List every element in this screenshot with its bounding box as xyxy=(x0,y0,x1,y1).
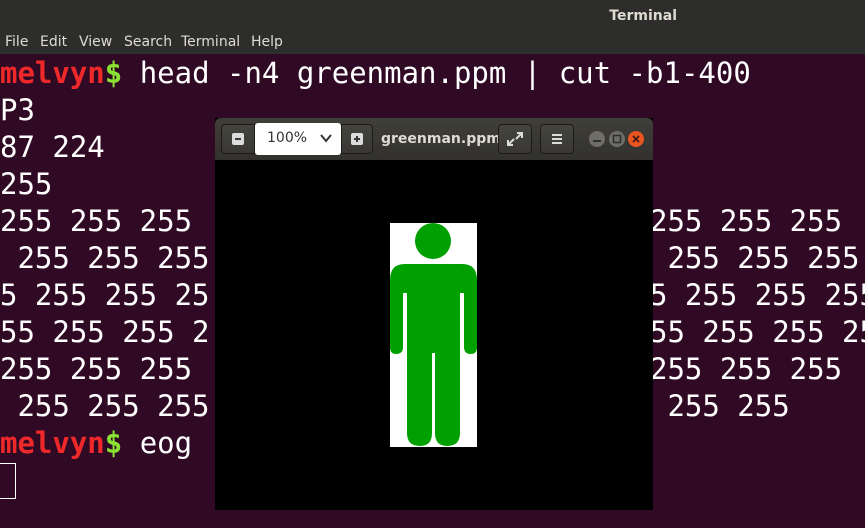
prompt-user: melvyn xyxy=(0,426,105,460)
output-line-right: 5 255 255 255 xyxy=(650,278,865,312)
image-viewer-window[interactable]: 100% greenman.ppm xyxy=(215,118,653,510)
zoom-out-button[interactable] xyxy=(221,124,255,154)
menu-help[interactable]: Help xyxy=(251,34,283,50)
output-line: 255 255 255 xyxy=(0,352,193,386)
output-line: 87 224 xyxy=(0,130,105,164)
chevron-down-icon xyxy=(320,134,332,143)
zoom-in-button[interactable] xyxy=(341,124,373,154)
output-line: 255 255 255 xyxy=(0,389,210,423)
output-line-right: 255 255 255 xyxy=(650,241,860,275)
command-line-1: melvyn$ head -n4 greenman.ppm | cut -b1-… xyxy=(0,55,751,92)
output-line: 5 255 255 25 xyxy=(0,278,210,312)
prompt-user: melvyn xyxy=(0,56,105,90)
title-bar[interactable]: Terminal xyxy=(0,0,865,32)
window-title: Terminal xyxy=(609,8,677,24)
fullscreen-button[interactable] xyxy=(498,124,532,154)
menu-terminal[interactable]: Terminal xyxy=(181,34,240,50)
command-text: eog xyxy=(122,426,193,460)
menu-bar: File Edit View Search Terminal Help xyxy=(0,32,865,54)
output-line-right: 255 255 xyxy=(650,389,790,423)
prompt-symbol: $ xyxy=(104,56,123,90)
fullscreen-icon xyxy=(507,132,523,146)
image-viewer-title: greenman.ppm xyxy=(381,131,501,147)
menu-view[interactable]: View xyxy=(79,34,112,50)
terminal-cursor xyxy=(0,463,16,499)
green-man-figure xyxy=(390,223,477,447)
output-line: P3 xyxy=(0,93,35,127)
minus-icon xyxy=(232,133,244,145)
output-line-right: 255 255 255 xyxy=(650,352,843,386)
output-line: 255 xyxy=(0,167,53,201)
greenman-image xyxy=(390,223,477,447)
output-line-right: 255 255 255 xyxy=(650,204,843,238)
output-line: 255 255 255 xyxy=(0,241,210,275)
zoom-combobox[interactable]: 100% xyxy=(255,123,341,155)
command-line-2: melvyn$ eog xyxy=(0,425,192,462)
minimize-icon[interactable] xyxy=(589,131,605,147)
output-line-right: 55 255 255 255 xyxy=(650,315,865,349)
hamburger-icon xyxy=(552,134,562,144)
menu-edit[interactable]: Edit xyxy=(40,34,67,50)
zoom-value: 100% xyxy=(267,130,308,146)
image-viewer-headerbar[interactable]: 100% greenman.ppm xyxy=(215,118,653,160)
command-text: head -n4 greenman.ppm | cut -b1-400 xyxy=(122,56,751,90)
output-line: 55 255 255 2 xyxy=(0,315,210,349)
menu-file[interactable]: File xyxy=(5,34,28,50)
menu-search[interactable]: Search xyxy=(124,34,172,50)
maximize-icon[interactable] xyxy=(609,131,625,147)
plus-icon xyxy=(351,133,363,145)
menu-button[interactable] xyxy=(540,124,574,154)
prompt-symbol: $ xyxy=(104,426,123,460)
close-icon[interactable] xyxy=(628,131,644,147)
image-canvas[interactable] xyxy=(215,160,653,510)
output-line: 255 255 255 xyxy=(0,204,193,238)
